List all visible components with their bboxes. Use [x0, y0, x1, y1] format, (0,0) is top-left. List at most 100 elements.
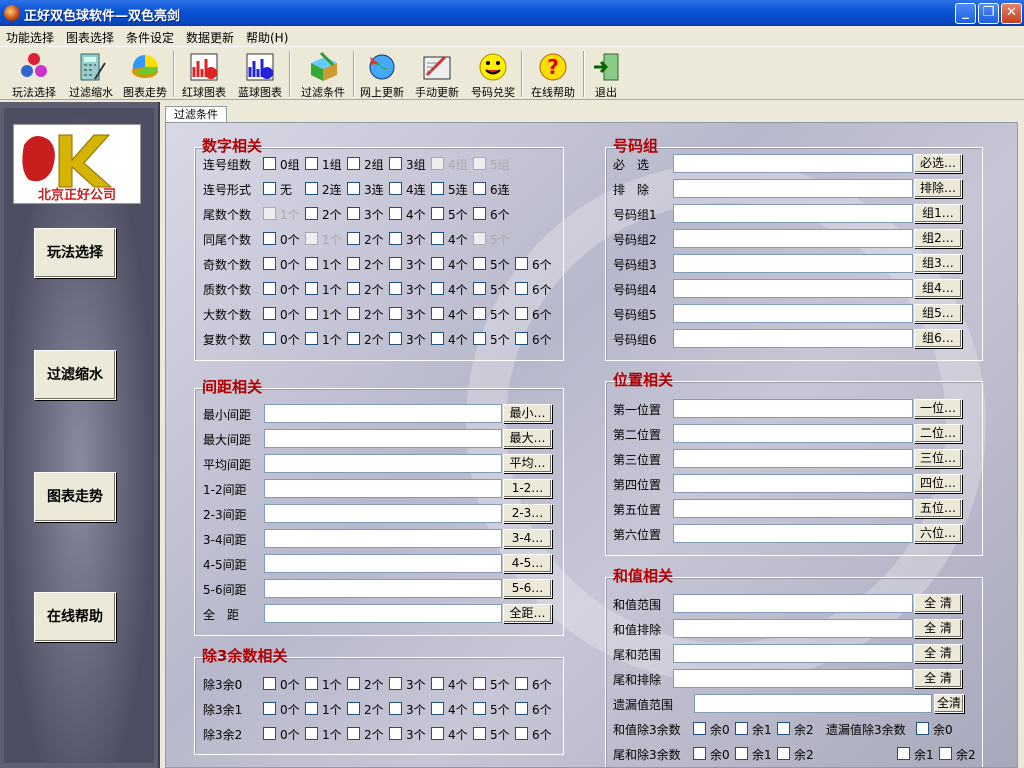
spacing-input[interactable]: [264, 579, 502, 598]
digits-checkbox[interactable]: [347, 307, 360, 320]
numgroup-button[interactable]: 组6…: [914, 329, 962, 348]
digits-checkbox[interactable]: [263, 157, 276, 170]
sum-tail-mod-checkbox[interactable]: [693, 747, 706, 760]
digits-checkbox[interactable]: [263, 282, 276, 295]
mod3-checkbox[interactable]: [263, 677, 276, 690]
toolbar-button-4[interactable]: 蓝球图表: [234, 49, 286, 99]
sum-missing-input[interactable]: [694, 694, 932, 713]
mod3-checkbox[interactable]: [389, 702, 402, 715]
mod3-checkbox[interactable]: [263, 727, 276, 740]
digits-checkbox[interactable]: [305, 332, 318, 345]
digits-checkbox[interactable]: [263, 257, 276, 270]
menu-chart[interactable]: 图表选择: [66, 29, 114, 46]
digits-checkbox[interactable]: [389, 307, 402, 320]
digits-checkbox[interactable]: [263, 207, 276, 220]
spacing-button[interactable]: 全距…: [503, 604, 552, 623]
digits-checkbox[interactable]: [473, 307, 486, 320]
sum-button[interactable]: 全 清: [914, 619, 962, 638]
missing-mod-checkbox[interactable]: [916, 722, 929, 735]
digits-checkbox[interactable]: [389, 207, 402, 220]
toolbar-button-1[interactable]: 过滤缩水: [64, 49, 118, 99]
digits-checkbox[interactable]: [515, 282, 528, 295]
digits-checkbox[interactable]: [431, 307, 444, 320]
mod3-checkbox[interactable]: [347, 702, 360, 715]
digits-checkbox[interactable]: [263, 232, 276, 245]
digits-checkbox[interactable]: [347, 182, 360, 195]
digits-checkbox[interactable]: [431, 332, 444, 345]
numgroup-input[interactable]: [673, 204, 913, 223]
digits-checkbox[interactable]: [473, 257, 486, 270]
digits-checkbox[interactable]: [263, 307, 276, 320]
digits-checkbox[interactable]: [347, 332, 360, 345]
sum-mod-checkbox[interactable]: [735, 722, 748, 735]
numgroup-button[interactable]: 组2…: [914, 229, 962, 248]
sum-input[interactable]: [673, 619, 913, 638]
toolbar-button-10[interactable]: 退出: [586, 49, 626, 99]
close-button[interactable]: ✕: [1001, 3, 1022, 24]
position-button[interactable]: 五位…: [914, 499, 962, 518]
spacing-button[interactable]: 3-4…: [503, 529, 552, 548]
toolbar-button-8[interactable]: 号码兑奖: [468, 49, 518, 99]
numgroup-button[interactable]: 组5…: [914, 304, 962, 323]
position-button[interactable]: 二位…: [914, 424, 962, 443]
numgroup-input[interactable]: [673, 229, 913, 248]
mod3-checkbox[interactable]: [473, 727, 486, 740]
spacing-input[interactable]: [264, 554, 502, 573]
mod3-checkbox[interactable]: [347, 677, 360, 690]
position-input[interactable]: [673, 449, 913, 468]
minimize-button[interactable]: _: [955, 3, 976, 24]
spacing-input[interactable]: [264, 604, 502, 623]
position-input[interactable]: [673, 524, 913, 543]
missing-mod-checkbox[interactable]: [897, 747, 910, 760]
toolbar-button-9[interactable]: ? 在线帮助: [526, 49, 580, 99]
spacing-input[interactable]: [264, 404, 502, 423]
mod3-checkbox[interactable]: [431, 677, 444, 690]
menu-condition[interactable]: 条件设定: [126, 29, 174, 46]
digits-checkbox[interactable]: [263, 332, 276, 345]
mod3-checkbox[interactable]: [431, 727, 444, 740]
position-input[interactable]: [673, 474, 913, 493]
digits-checkbox[interactable]: [389, 182, 402, 195]
digits-checkbox[interactable]: [263, 182, 276, 195]
digits-checkbox[interactable]: [389, 232, 402, 245]
spacing-button[interactable]: 最小…: [503, 404, 552, 423]
digits-checkbox[interactable]: [305, 232, 318, 245]
digits-checkbox[interactable]: [515, 332, 528, 345]
digits-checkbox[interactable]: [347, 157, 360, 170]
mod3-checkbox[interactable]: [305, 727, 318, 740]
digits-checkbox[interactable]: [431, 207, 444, 220]
numgroup-input[interactable]: [673, 254, 913, 273]
mod3-checkbox[interactable]: [347, 727, 360, 740]
digits-checkbox[interactable]: [347, 207, 360, 220]
missing-mod-checkbox[interactable]: [939, 747, 952, 760]
spacing-input[interactable]: [264, 504, 502, 523]
position-button[interactable]: 三位…: [914, 449, 962, 468]
sum-mod-checkbox[interactable]: [693, 722, 706, 735]
digits-checkbox[interactable]: [389, 257, 402, 270]
sum-tail-mod-checkbox[interactable]: [735, 747, 748, 760]
numgroup-input[interactable]: [673, 279, 913, 298]
maximize-button[interactable]: ❐: [978, 3, 999, 24]
mod3-checkbox[interactable]: [515, 677, 528, 690]
digits-checkbox[interactable]: [515, 257, 528, 270]
sum-input[interactable]: [673, 594, 913, 613]
sum-input[interactable]: [673, 644, 913, 663]
mod3-checkbox[interactable]: [263, 702, 276, 715]
side-button-play-mode[interactable]: 玩法选择: [34, 228, 116, 278]
spacing-input[interactable]: [264, 479, 502, 498]
digits-checkbox[interactable]: [347, 232, 360, 245]
spacing-input[interactable]: [264, 529, 502, 548]
mod3-checkbox[interactable]: [305, 677, 318, 690]
spacing-button[interactable]: 平均…: [503, 454, 552, 473]
digits-checkbox[interactable]: [473, 157, 486, 170]
menu-data-update[interactable]: 数据更新: [186, 29, 234, 46]
toolbar-button-6[interactable]: 网上更新: [356, 49, 408, 99]
mod3-checkbox[interactable]: [305, 702, 318, 715]
numgroup-input[interactable]: [673, 304, 913, 323]
side-button-chart[interactable]: 图表走势: [34, 472, 116, 522]
sum-tail-mod-checkbox[interactable]: [777, 747, 790, 760]
numgroup-input[interactable]: [673, 154, 913, 173]
spacing-input[interactable]: [264, 429, 502, 448]
toolbar-button-2[interactable]: 图表走势: [120, 49, 170, 99]
digits-checkbox[interactable]: [515, 307, 528, 320]
